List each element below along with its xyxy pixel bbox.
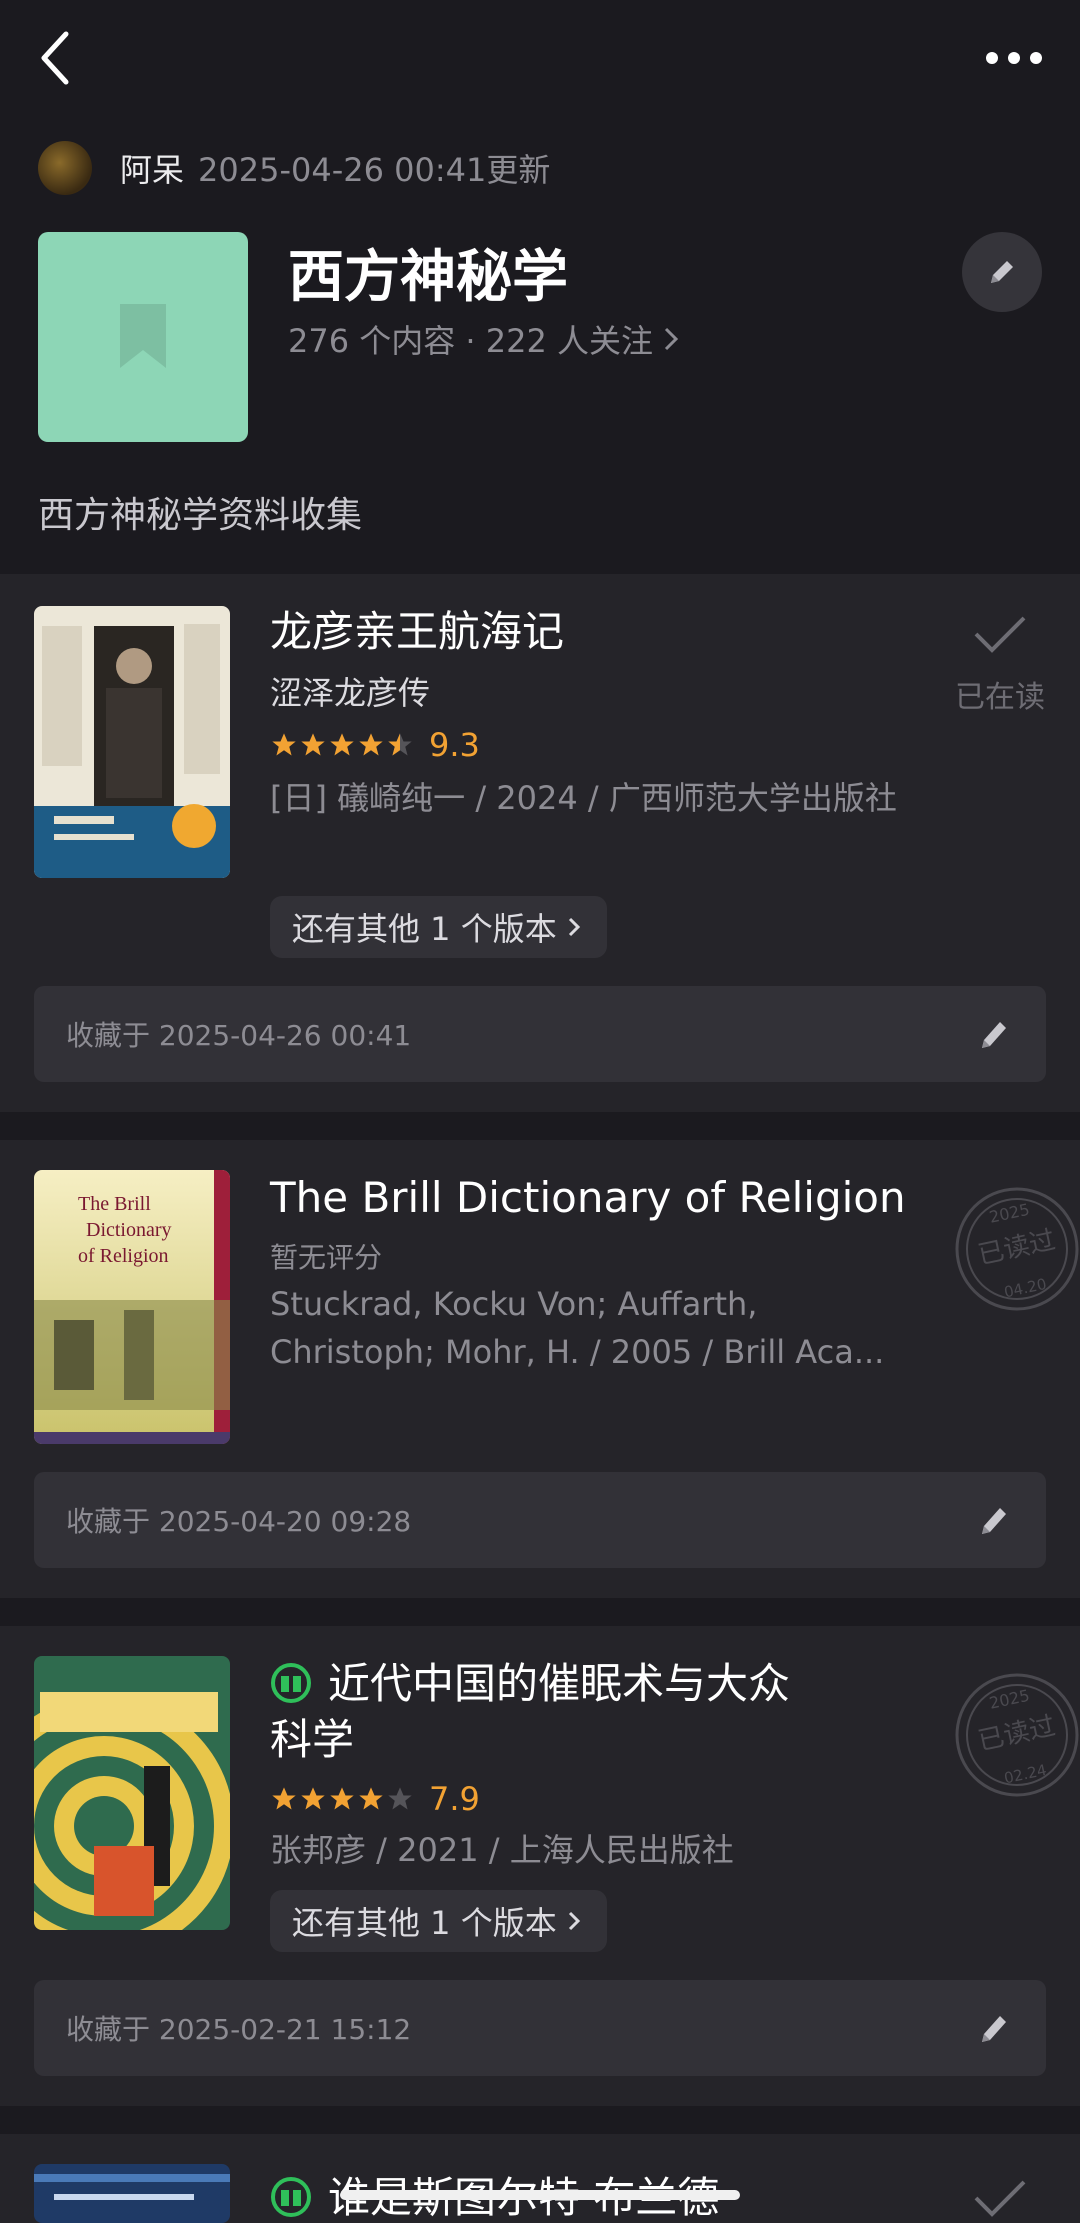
collected-time: 收藏于 2025-04-20 09:28 <box>66 1505 412 1538</box>
book-subtitle: 涩泽龙彦传 <box>270 674 431 712</box>
stats-text: 276 个内容 · 222 人关注 <box>288 322 654 360</box>
book-title[interactable]: 龙彦亲王航海记 <box>270 604 564 660</box>
reading-status[interactable]: 已在读 <box>940 612 1060 716</box>
book-meta: [日] 礒崎纯一 / 2024 / 广西师范大学出版社 <box>270 779 897 817</box>
star-rating <box>270 1785 415 1813</box>
book-title[interactable]: The Brill Dictionary of Religion <box>270 1170 906 1226</box>
cover-text: The Brill <box>78 1193 151 1215</box>
author-row[interactable]: 阿呆 2025-04-26 00:41更新 <box>38 140 550 196</box>
check-icon[interactable] <box>972 2176 1028 2220</box>
read-stamp-icon: 2025 已读过 04.20 <box>955 1187 1079 1311</box>
collected-time: 收藏于 2025-02-21 15:12 <box>66 2013 412 2046</box>
other-versions-button[interactable]: 还有其他 1 个版本 <box>270 896 607 958</box>
more-dots-icon[interactable] <box>984 48 1044 68</box>
cover-text: of Religion <box>78 1245 169 1267</box>
star-full-icon <box>359 1787 383 1810</box>
home-indicator <box>340 2190 740 2200</box>
book-card[interactable]: 龙彦亲王航海记 涩泽龙彦传 9.3 [日] 礒崎纯一 / 2024 / 广西师范… <box>0 574 1080 1112</box>
edit-list-button[interactable] <box>962 232 1042 312</box>
book-card[interactable]: The Brill Dictionary of Religion The Bri… <box>0 1140 1080 1598</box>
pencil-icon[interactable] <box>976 2008 1012 2048</box>
star-full-icon <box>330 1787 354 1810</box>
cover-text: Dictionary <box>86 1219 172 1241</box>
collected-time: 收藏于 2025-04-26 00:41 <box>66 1019 412 1052</box>
star-full-icon <box>301 733 325 756</box>
other-versions-button[interactable]: 还有其他 1 个版本 <box>270 1890 607 1952</box>
chevron-right-icon <box>568 917 580 937</box>
pencil-icon[interactable] <box>976 1500 1012 1540</box>
chevron-left-icon[interactable] <box>36 28 76 88</box>
stamp-label: 已读过 <box>976 1225 1059 1271</box>
wechat-read-icon <box>271 1663 311 1703</box>
star-full-icon <box>359 733 383 756</box>
book-title[interactable]: 近代中国的催眠术与大众 科学 <box>270 1656 790 1768</box>
check-icon <box>974 616 1026 653</box>
book-card[interactable]: 近代中国的催眠术与大众 科学 7.9 张邦彦 / 2021 / 上海人民出版社 … <box>0 1626 1080 2106</box>
star-empty-icon <box>388 1787 412 1810</box>
author-name[interactable]: 阿呆 <box>120 145 184 191</box>
bookmark-icon <box>120 304 166 368</box>
rating-score: 7.9 <box>429 1780 480 1818</box>
avatar[interactable] <box>38 141 92 195</box>
star-rating <box>270 731 415 759</box>
book-cover[interactable] <box>34 606 230 878</box>
no-rating-text: 暂无评分 <box>270 1241 383 1274</box>
top-bar <box>0 0 1080 120</box>
book-cover[interactable] <box>34 1656 230 1930</box>
collected-bar[interactable]: 收藏于 2025-04-26 00:41 <box>34 986 1046 1082</box>
chevron-right-icon <box>664 327 679 351</box>
page-title: 西方神秘学 <box>288 245 568 310</box>
chevron-right-icon <box>568 1911 580 1931</box>
update-time: 2025-04-26 00:41更新 <box>198 151 551 189</box>
list-cover <box>38 232 248 442</box>
rating-row: 9.3 <box>270 726 480 764</box>
star-full-icon <box>272 1787 296 1810</box>
list-stats[interactable]: 276 个内容 · 222 人关注 <box>288 316 679 362</box>
book-title-line1: 近代中国的催眠术与大众 <box>328 1659 791 1708</box>
star-full-icon <box>272 733 296 756</box>
star-half-icon <box>388 733 412 756</box>
book-title-line2: 科学 <box>270 1715 355 1764</box>
star-full-icon <box>301 1787 325 1810</box>
rating-score: 9.3 <box>429 726 480 764</box>
book-card[interactable]: 谁是斯图尔特·布兰德 <box>0 2134 1080 2223</box>
book-cover[interactable]: The Brill Dictionary of Religion <box>34 1170 230 1444</box>
version-label: 还有其他 1 个版本 <box>292 1904 557 1942</box>
collected-bar[interactable]: 收藏于 2025-02-21 15:12 <box>34 1980 1046 2076</box>
stamp-label: 已读过 <box>976 1711 1059 1757</box>
collected-bar[interactable]: 收藏于 2025-04-20 09:28 <box>34 1472 1046 1568</box>
rating-row: 7.9 <box>270 1780 480 1818</box>
wechat-read-icon <box>271 2177 311 2217</box>
book-cover[interactable] <box>34 2164 230 2223</box>
read-stamp-icon: 2025 已读过 02.24 <box>955 1673 1079 1797</box>
version-label: 还有其他 1 个版本 <box>292 910 557 948</box>
star-full-icon <box>330 733 354 756</box>
pencil-icon[interactable] <box>976 1014 1012 1054</box>
book-meta: Stuckrad, Kocku Von; Auffarth, Christoph… <box>270 1285 885 1371</box>
list-description: 西方神秘学资料收集 <box>38 495 363 536</box>
pencil-icon <box>991 261 1013 283</box>
status-label: 已在读 <box>955 680 1045 715</box>
book-meta: 张邦彦 / 2021 / 上海人民出版社 <box>270 1831 734 1869</box>
